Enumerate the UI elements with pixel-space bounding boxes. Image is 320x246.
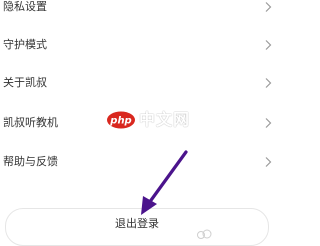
settings-row-label: 凯叔听教机	[3, 116, 58, 129]
logout-label: 退出登录	[115, 217, 159, 230]
logout-button[interactable]: 退出登录	[5, 208, 269, 246]
settings-row-label: 隐私设置	[3, 0, 47, 13]
settings-row-label: 关于凯叔	[3, 76, 47, 89]
chevron-right-icon	[262, 39, 274, 51]
settings-row-label: 帮助与反馈	[3, 155, 58, 168]
chevron-right-icon	[262, 1, 274, 13]
settings-row-help-feedback[interactable]: 帮助与反馈	[0, 152, 296, 172]
decoration-icon	[197, 229, 212, 239]
chevron-right-icon	[262, 117, 274, 129]
chevron-right-icon	[262, 156, 274, 168]
watermark-text: 中文网	[139, 110, 191, 129]
settings-row-label: 守护模式	[3, 38, 47, 51]
chevron-right-icon	[262, 77, 274, 89]
svg-text:php: php	[109, 116, 131, 127]
settings-row-about[interactable]: 关于凯叔	[0, 73, 296, 93]
settings-row-privacy[interactable]: 隐私设置	[0, 0, 296, 17]
settings-row-guard-mode[interactable]: 守护模式	[0, 35, 296, 55]
watermark: php 中文网	[106, 109, 190, 131]
php-logo-icon: php	[107, 111, 135, 129]
